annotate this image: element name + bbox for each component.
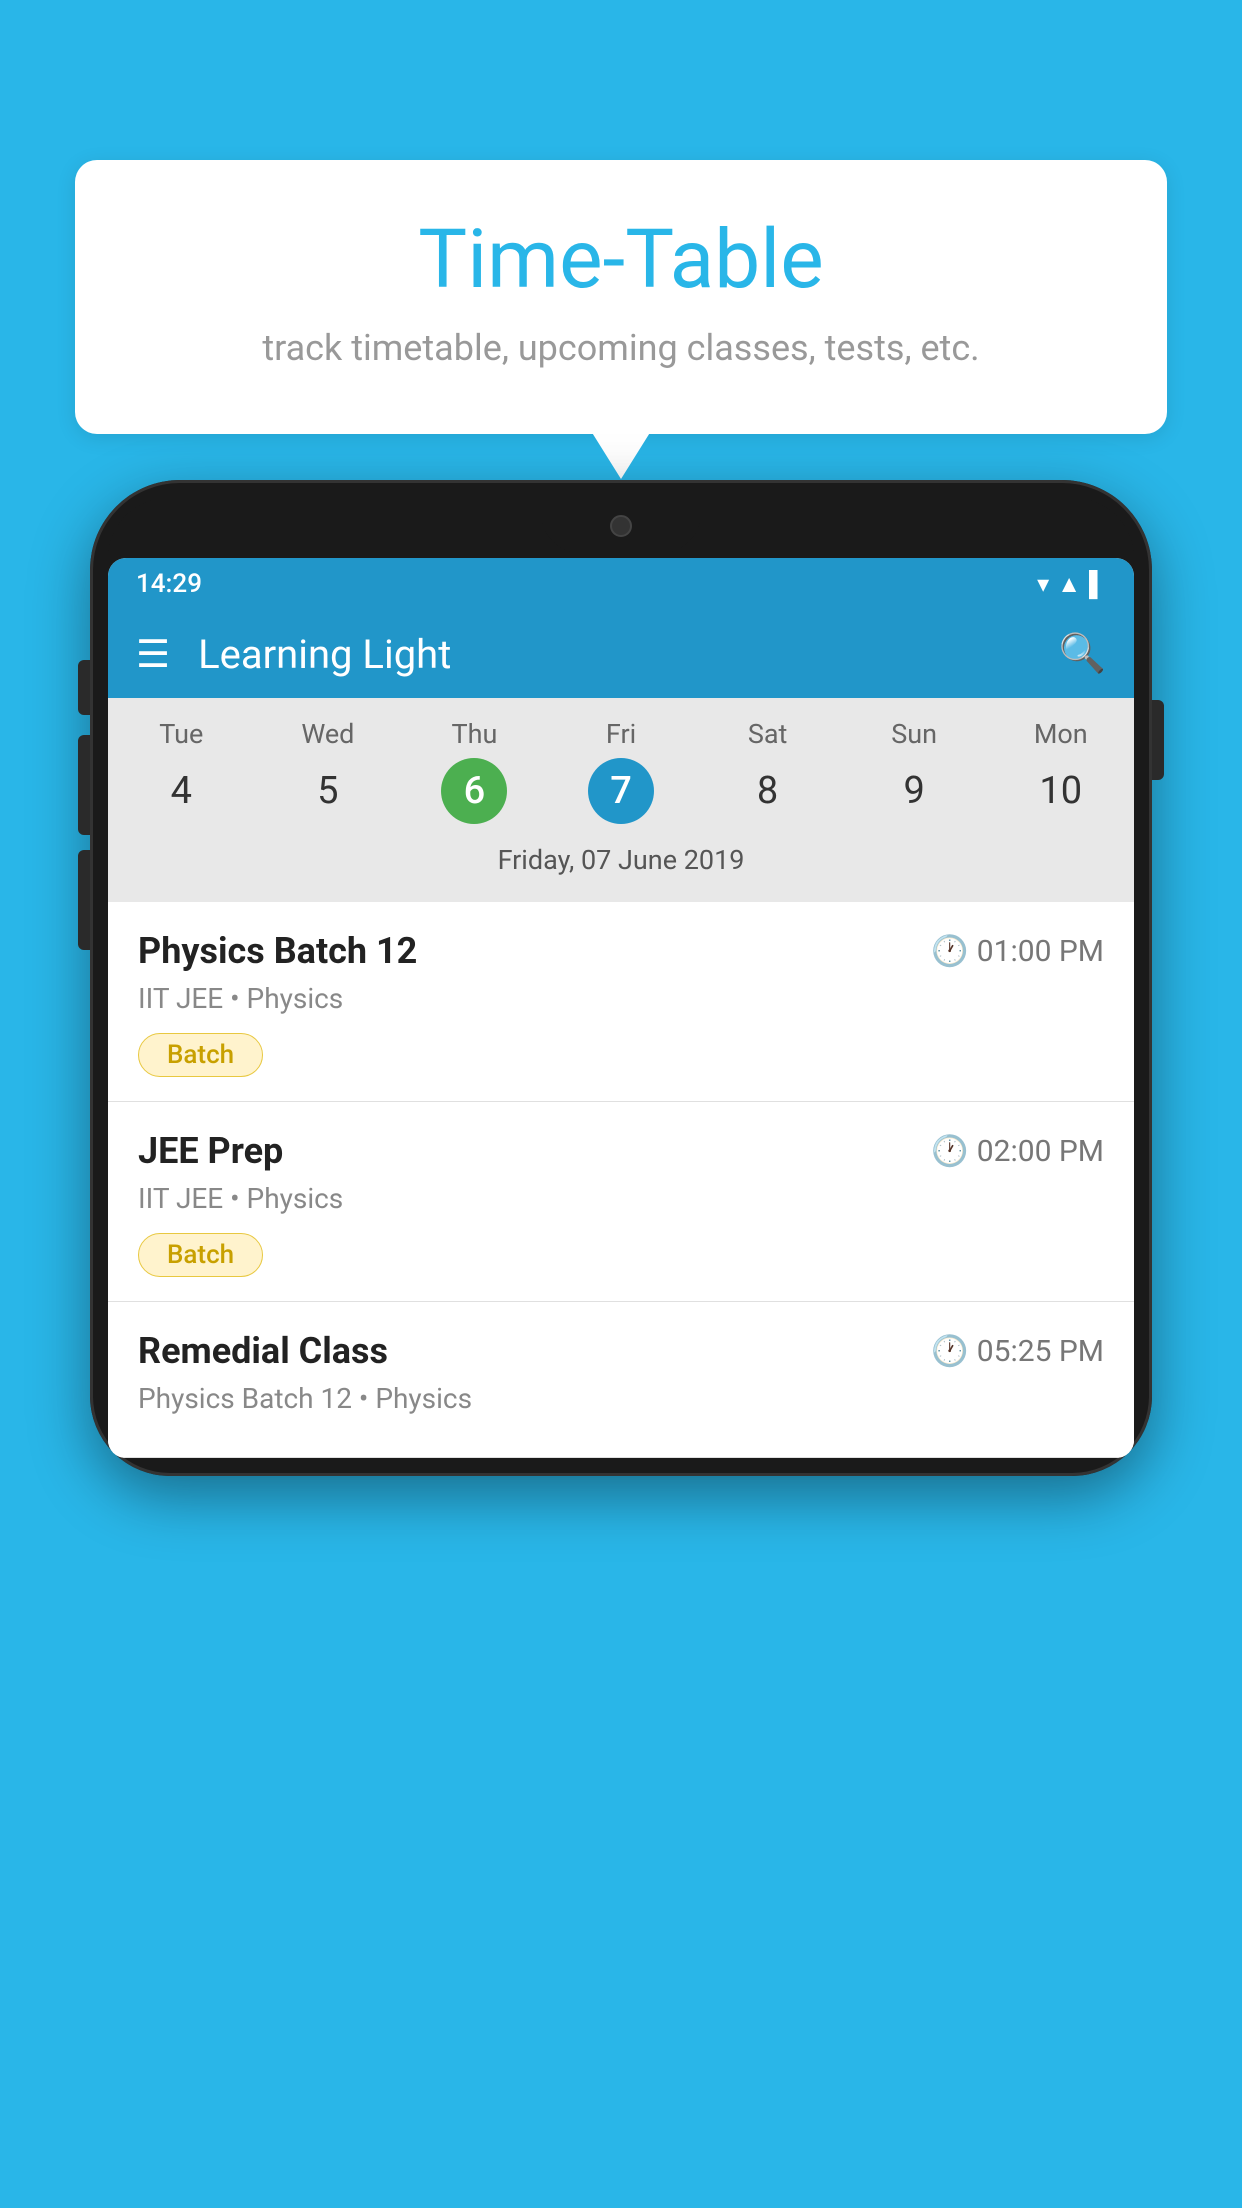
day-number: 5 xyxy=(295,758,361,824)
camera xyxy=(610,515,632,537)
schedule-item[interactable]: Physics Batch 12 🕐 01:00 PM IIT JEE • Phys… xyxy=(108,902,1134,1102)
app-bar: ☰ Learning Light 🔍 xyxy=(108,610,1134,698)
schedule-list: Physics Batch 12 🕐 01:00 PM IIT JEE • Phys… xyxy=(108,902,1134,1458)
status-time: 14:29 xyxy=(136,569,202,599)
day-cell[interactable]: Thu 6 xyxy=(401,718,548,824)
schedule-title: Physics Batch 12 xyxy=(138,930,417,972)
volume-silent-button xyxy=(78,660,90,715)
phone-screen: 14:29 ▾ ▲ ▌ ☰ Learning Light 🔍 Tue4Wed5T… xyxy=(108,558,1134,1458)
schedule-item[interactable]: Remedial Class 🕐 05:25 PM Physics Batch 12… xyxy=(108,1302,1134,1458)
day-name: Sun xyxy=(841,718,988,750)
day-cell[interactable]: Sun 9 xyxy=(841,718,988,824)
day-cell[interactable]: Mon 10 xyxy=(987,718,1134,824)
schedule-time: 🕐 02:00 PM xyxy=(931,1134,1104,1169)
schedule-title: Remedial Class xyxy=(138,1330,388,1372)
phone-top-bar xyxy=(108,498,1134,558)
day-number: 9 xyxy=(881,758,947,824)
menu-icon[interactable]: ☰ xyxy=(136,632,170,677)
schedule-item-header: Remedial Class 🕐 05:25 PM xyxy=(138,1330,1104,1372)
phone-outer: 14:29 ▾ ▲ ▌ ☰ Learning Light 🔍 Tue4Wed5T… xyxy=(90,480,1152,1476)
day-cell[interactable]: Wed 5 xyxy=(255,718,402,824)
clock-icon: 🕐 xyxy=(931,934,968,969)
speech-bubble: Time-Table track timetable, upcoming cla… xyxy=(75,160,1167,434)
day-cell[interactable]: Sat 8 xyxy=(694,718,841,824)
bubble-title: Time-Table xyxy=(135,215,1107,305)
day-number: 10 xyxy=(1028,758,1094,824)
battery-icon: ▌ xyxy=(1089,570,1106,599)
app-title: Learning Light xyxy=(198,631,1059,678)
schedule-subtitle: IIT JEE • Physics xyxy=(138,982,1104,1015)
schedule-subtitle: Physics Batch 12 • Physics xyxy=(138,1382,1104,1415)
selected-date-label: Friday, 07 June 2019 xyxy=(108,834,1134,892)
power-button xyxy=(1152,700,1164,780)
status-icons: ▾ ▲ ▌ xyxy=(1037,570,1106,599)
schedule-item-header: JEE Prep 🕐 02:00 PM xyxy=(138,1130,1104,1172)
clock-icon: 🕐 xyxy=(931,1134,968,1169)
volume-down-button xyxy=(78,850,90,950)
schedule-time: 🕐 01:00 PM xyxy=(931,934,1104,969)
day-name: Fri xyxy=(548,718,695,750)
notch xyxy=(541,498,701,553)
day-number: 7 xyxy=(588,758,654,824)
batch-badge: Batch xyxy=(138,1033,263,1077)
speech-bubble-container: Time-Table track timetable, upcoming cla… xyxy=(75,160,1167,434)
day-name: Sat xyxy=(694,718,841,750)
day-name: Wed xyxy=(255,718,402,750)
schedule-item[interactable]: JEE Prep 🕐 02:00 PM IIT JEE • Physics Batch xyxy=(108,1102,1134,1302)
bubble-subtitle: track timetable, upcoming classes, tests… xyxy=(135,327,1107,369)
wifi-icon: ▾ xyxy=(1037,570,1049,598)
day-number: 8 xyxy=(735,758,801,824)
schedule-subtitle: IIT JEE • Physics xyxy=(138,1182,1104,1215)
calendar-section: Tue 4 Wed 5 Thu 6 Fri 7 Sat 8 Sun 9 Mon 10 Friday, 07… xyxy=(108,698,1134,902)
batch-badge: Batch xyxy=(138,1233,263,1277)
schedule-time: 🕐 05:25 PM xyxy=(931,1334,1104,1369)
schedule-item-header: Physics Batch 12 🕐 01:00 PM xyxy=(138,930,1104,972)
phone-wrapper: 14:29 ▾ ▲ ▌ ☰ Learning Light 🔍 Tue4Wed5T… xyxy=(90,480,1152,2208)
day-number: 6 xyxy=(441,758,507,824)
day-cell[interactable]: Fri 7 xyxy=(548,718,695,824)
clock-icon: 🕐 xyxy=(931,1334,968,1369)
status-bar: 14:29 ▾ ▲ ▌ xyxy=(108,558,1134,610)
day-name: Mon xyxy=(987,718,1134,750)
volume-up-button xyxy=(78,735,90,835)
day-name: Tue xyxy=(108,718,255,750)
schedule-title: JEE Prep xyxy=(138,1130,283,1172)
search-icon[interactable]: 🔍 xyxy=(1059,632,1106,676)
day-cell[interactable]: Tue 4 xyxy=(108,718,255,824)
day-number: 4 xyxy=(148,758,214,824)
signal-icon: ▲ xyxy=(1057,570,1081,599)
days-row: Tue 4 Wed 5 Thu 6 Fri 7 Sat 8 Sun 9 Mon 10 xyxy=(108,718,1134,824)
day-name: Thu xyxy=(401,718,548,750)
